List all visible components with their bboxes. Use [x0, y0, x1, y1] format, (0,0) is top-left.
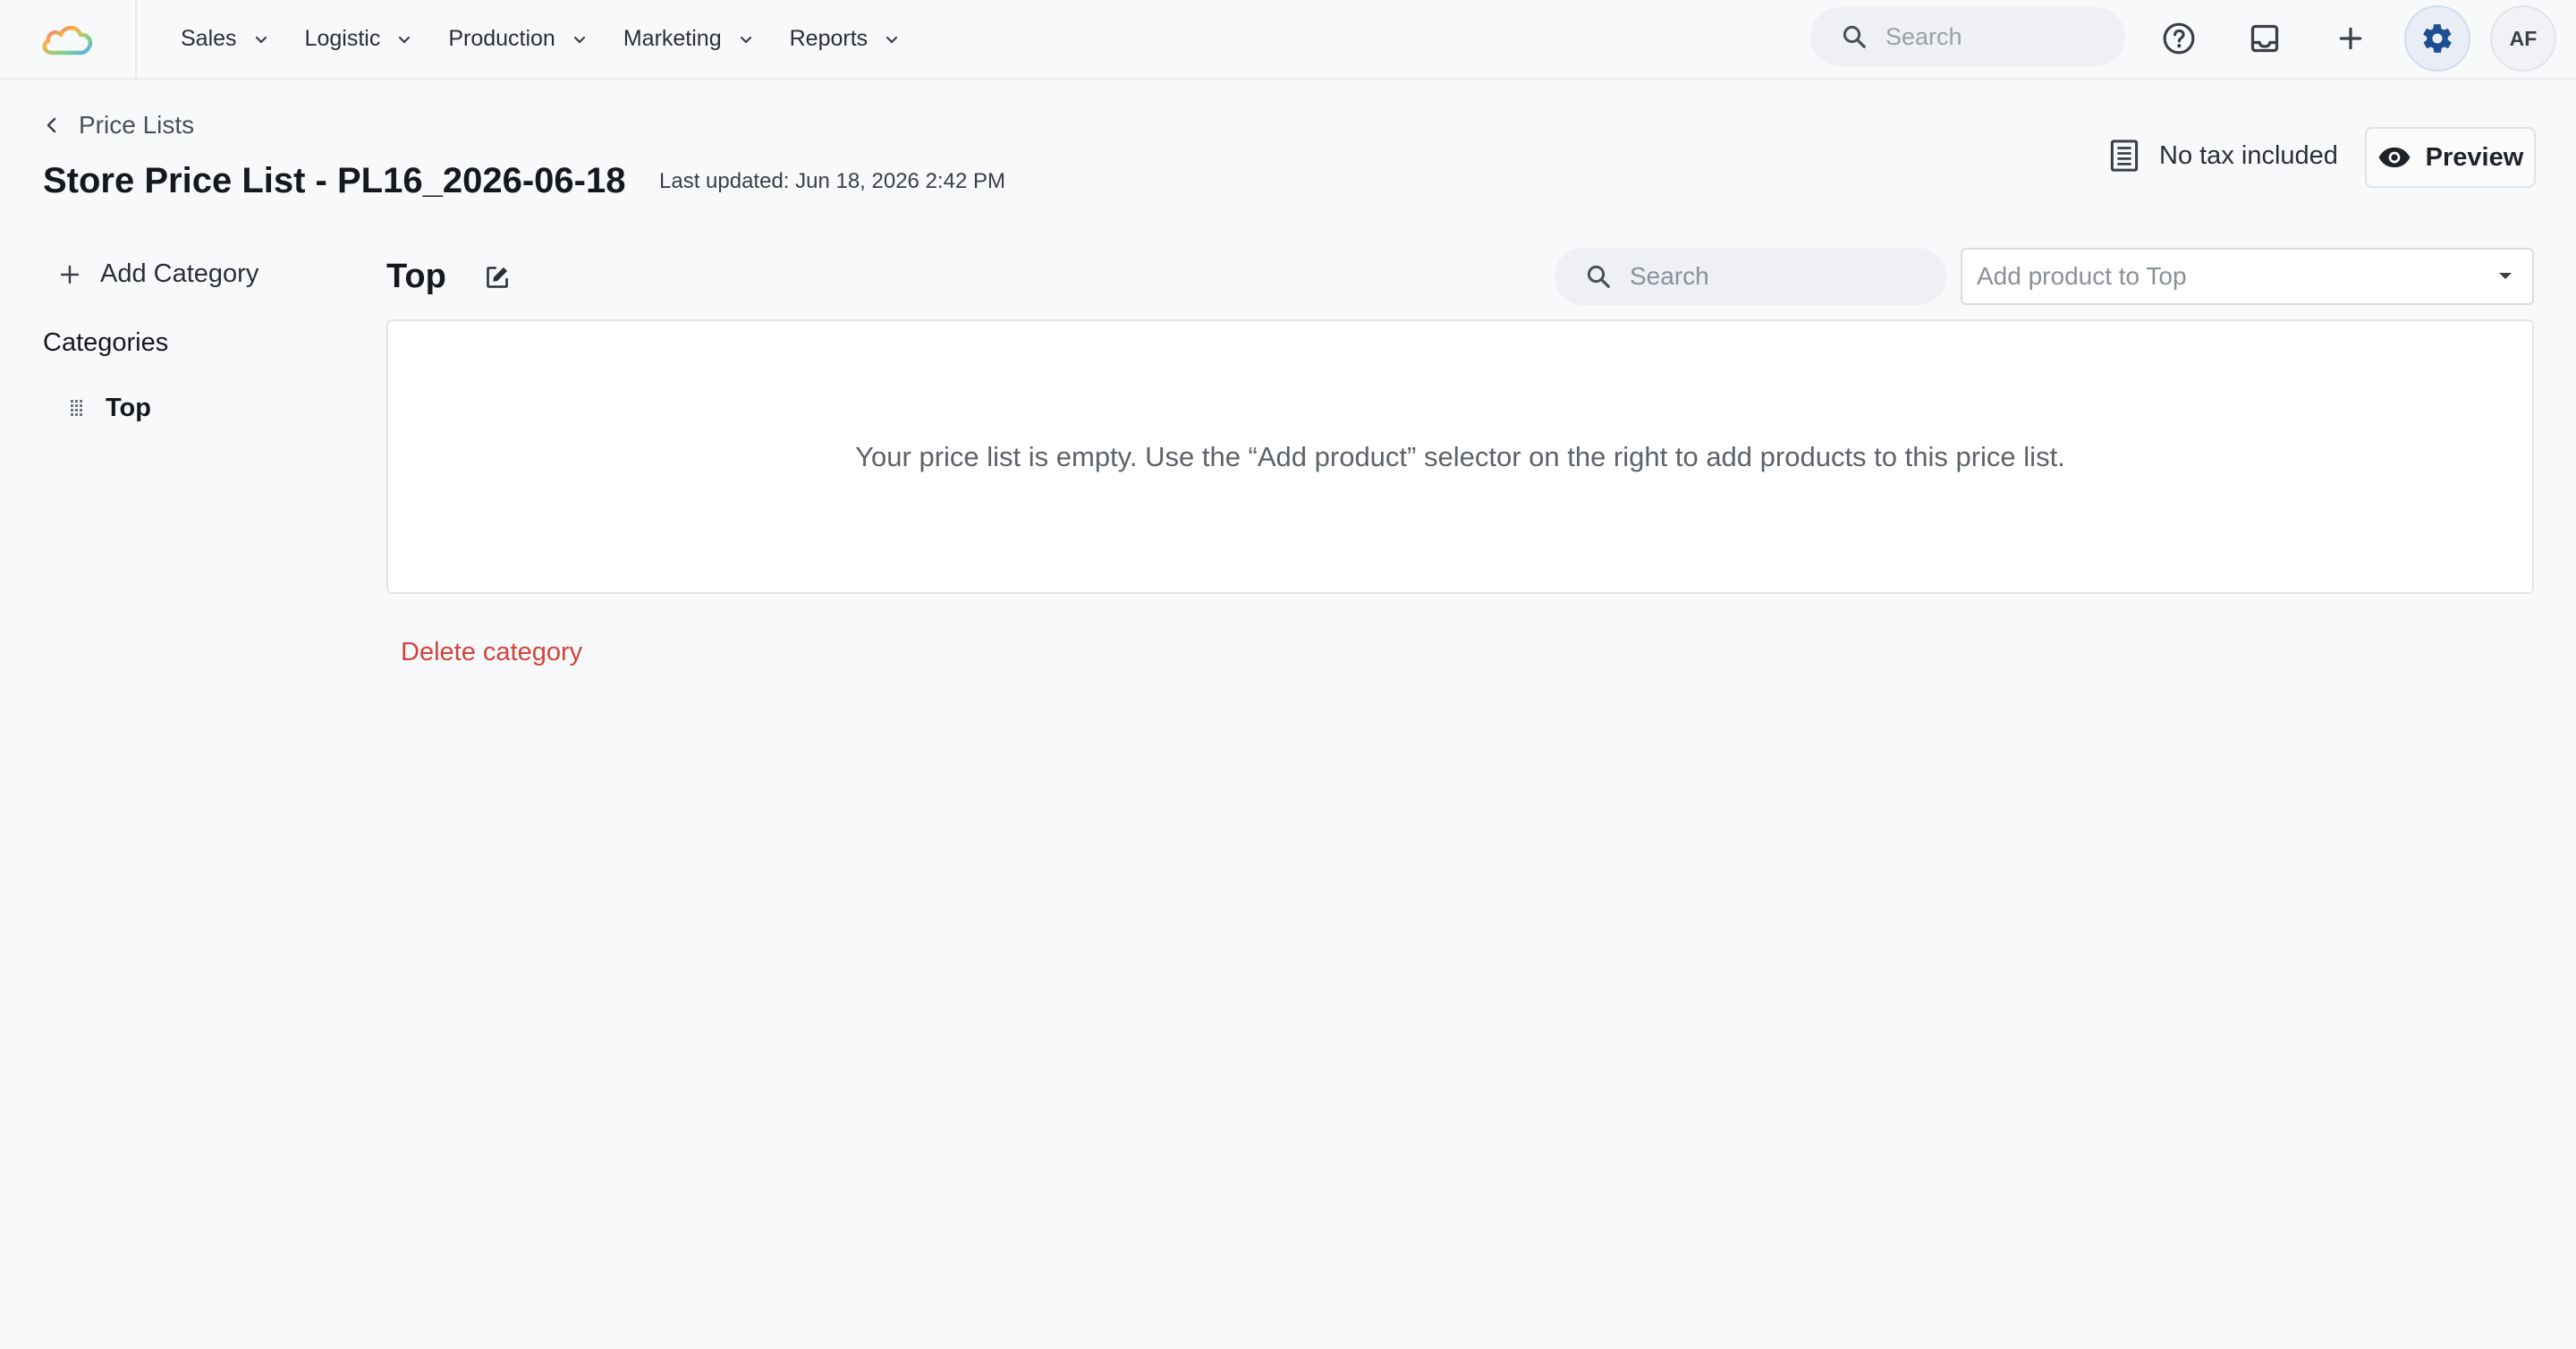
- nav-logistic[interactable]: Logistic: [305, 26, 413, 52]
- nav-marketing-label: Marketing: [623, 26, 722, 51]
- avatar[interactable]: AF: [2490, 5, 2556, 72]
- global-search[interactable]: [1810, 7, 2125, 66]
- logo[interactable]: [0, 0, 137, 78]
- drag-handle-icon[interactable]: [70, 399, 82, 419]
- categories-heading: Categories: [43, 328, 169, 357]
- nav-sales-label: Sales: [181, 26, 237, 51]
- last-updated-text: Last updated: Jun 18, 2026 2:42 PM: [659, 169, 1005, 193]
- plus-icon: [2339, 27, 2362, 50]
- tax-setting[interactable]: No tax included: [2109, 139, 2338, 173]
- cloud-logo-icon: [42, 25, 92, 55]
- plus-icon: [60, 265, 80, 284]
- settings-button[interactable]: [2404, 5, 2470, 72]
- inbox-icon: [2250, 24, 2279, 53]
- nav-logistic-label: Logistic: [304, 26, 381, 51]
- chevron-down-icon: [255, 36, 267, 44]
- add-product-select[interactable]: Add product to Top: [1961, 248, 2534, 305]
- add-category-label: Add Category: [100, 259, 259, 288]
- main-nav: Sales Logistic Production Marketing Repo…: [181, 0, 936, 78]
- page-title: Store Price List - PL16_2026-06-18: [43, 161, 626, 200]
- back-link-label: Price Lists: [79, 111, 195, 139]
- nav-reports-label: Reports: [789, 26, 869, 51]
- nav-sales[interactable]: Sales: [181, 26, 269, 52]
- chevron-left-icon: [47, 117, 56, 133]
- inbox-button[interactable]: [2238, 12, 2292, 65]
- caret-down-icon: [2499, 273, 2512, 279]
- preview-label: Preview: [2425, 142, 2524, 172]
- product-search-input[interactable]: [1630, 262, 1916, 291]
- nav-production[interactable]: Production: [448, 26, 588, 52]
- product-search[interactable]: [1555, 248, 1946, 305]
- add-category-button[interactable]: Add Category: [59, 259, 258, 289]
- preview-button[interactable]: Preview: [2365, 127, 2536, 188]
- help-button[interactable]: [2152, 12, 2206, 65]
- nav-marketing[interactable]: Marketing: [623, 26, 754, 52]
- edit-icon: [487, 267, 508, 288]
- nav-production-label: Production: [448, 26, 555, 51]
- price-list-empty-state: Your price list is empty. Use the “Add p…: [386, 319, 2534, 594]
- search-icon: [1587, 265, 1610, 288]
- chevron-down-icon: [573, 36, 585, 44]
- nav-reports[interactable]: Reports: [790, 26, 901, 52]
- edit-category-button[interactable]: [479, 259, 515, 295]
- empty-state-message: Your price list is empty. Use the “Add p…: [855, 440, 2065, 472]
- category-item-label: Top: [106, 394, 151, 422]
- search-icon: [1843, 25, 1866, 48]
- back-to-price-lists-link[interactable]: Price Lists: [43, 111, 194, 140]
- chevron-down-icon: [886, 36, 898, 44]
- gear-icon: [2423, 24, 2452, 53]
- top-bar: Sales Logistic Production Marketing Repo…: [0, 0, 2576, 80]
- add-product-placeholder: Add product to Top: [1977, 262, 2187, 290]
- receipt-icon: [2110, 140, 2139, 172]
- eye-icon: [2378, 147, 2411, 168]
- chevron-down-icon: [399, 36, 411, 44]
- help-icon: [2163, 22, 2195, 55]
- global-search-input[interactable]: [1885, 22, 2082, 51]
- delete-category-button[interactable]: Delete category: [401, 638, 582, 667]
- category-item-top[interactable]: Top: [70, 394, 151, 423]
- tax-label: No tax included: [2159, 140, 2338, 170]
- page: Sales Logistic Production Marketing Repo…: [0, 0, 2576, 1349]
- category-title: Top: [386, 258, 446, 295]
- chevron-down-icon: [740, 36, 751, 44]
- create-button[interactable]: [2324, 12, 2377, 65]
